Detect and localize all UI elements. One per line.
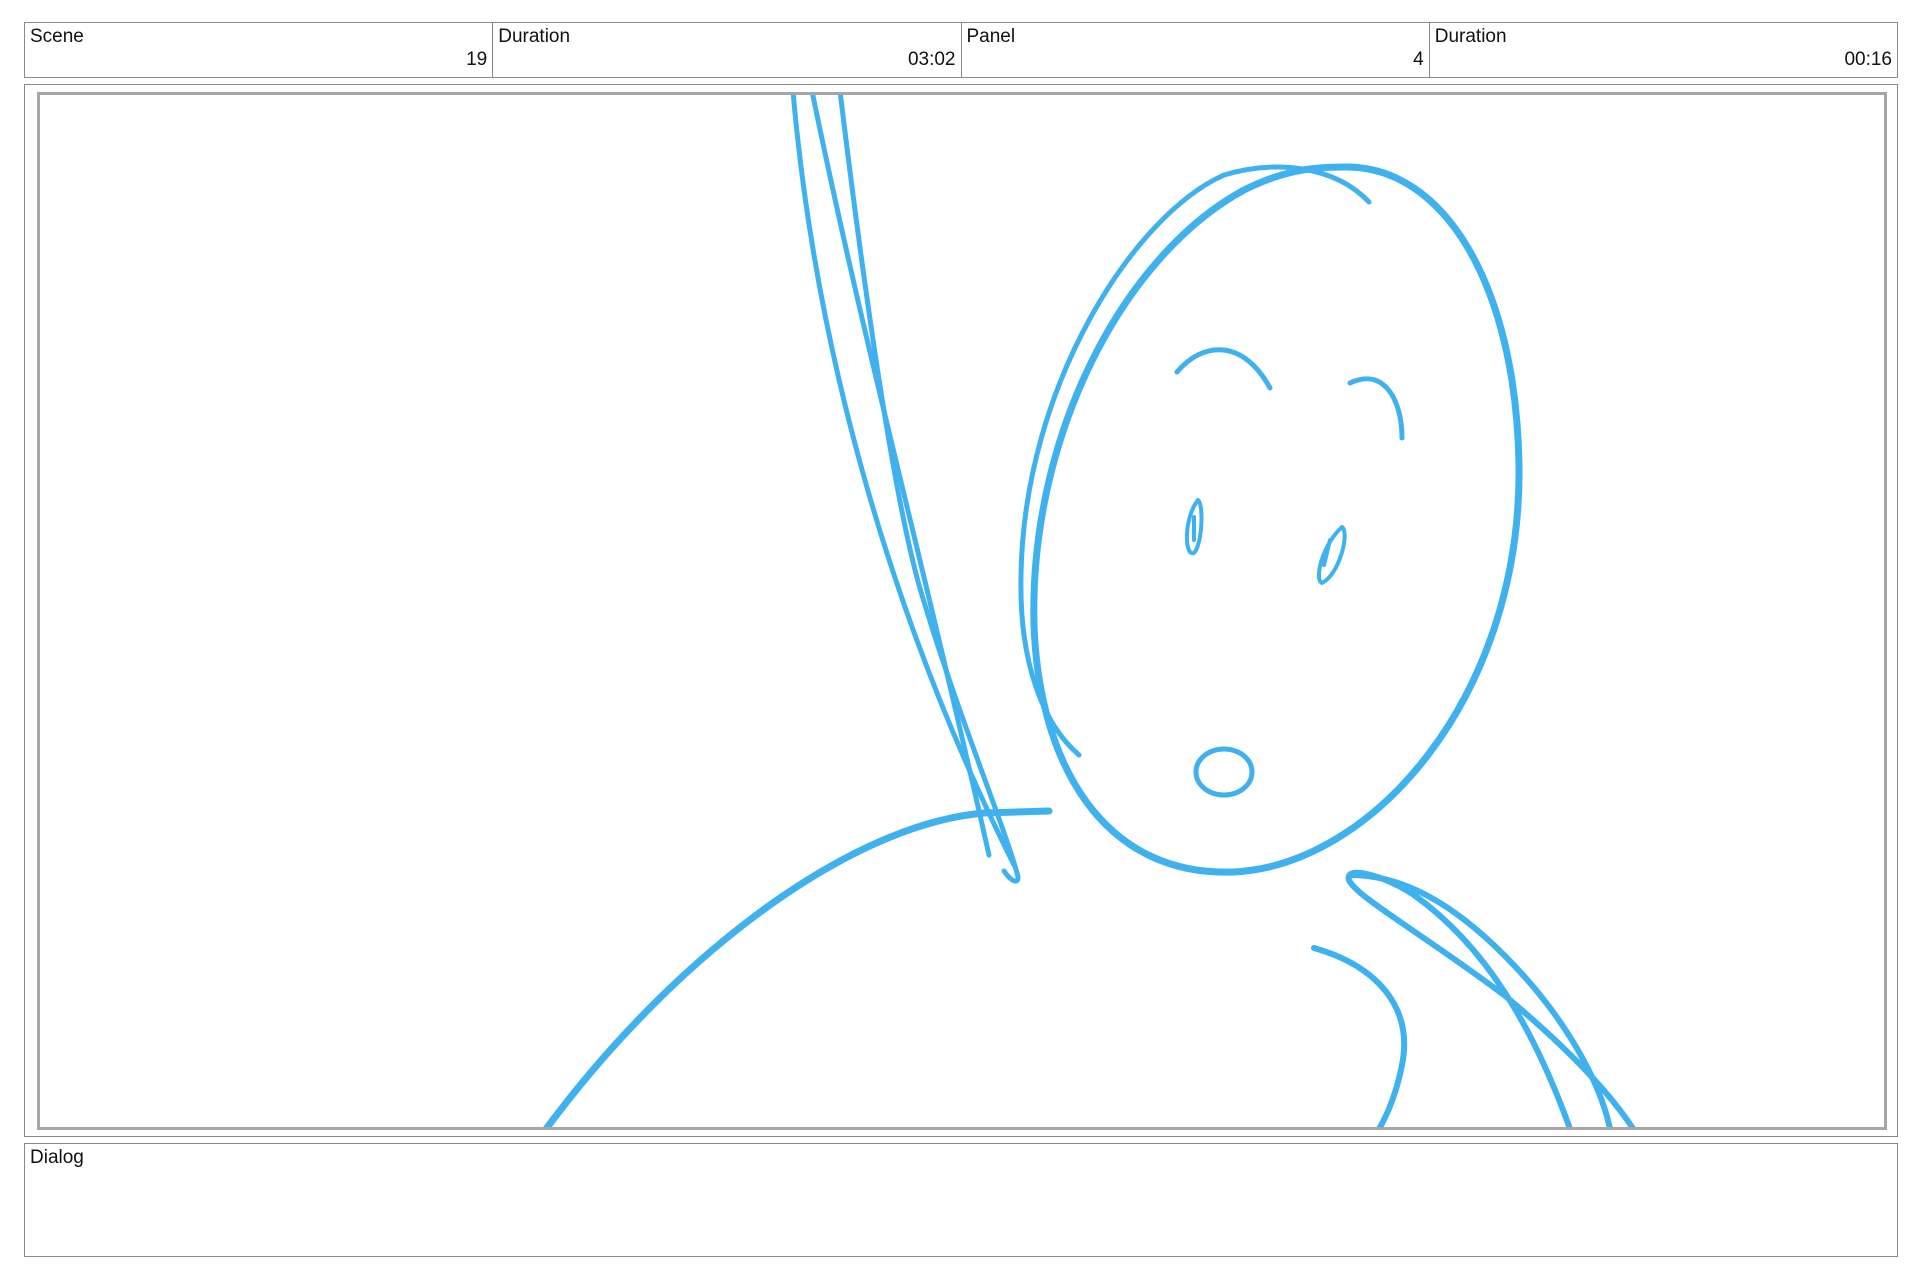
strap-line-left <box>790 95 1017 868</box>
scene-duration-label: Duration <box>498 26 571 47</box>
panel-canvas[interactable] <box>37 92 1887 1130</box>
head-outline <box>1030 163 1523 876</box>
head-overdraw-stroke <box>1018 164 1372 758</box>
scene-cell: Scene 19 <box>25 23 494 77</box>
sketch-drawing <box>543 95 1636 1127</box>
panel-number: 4 <box>1413 49 1424 70</box>
storyboard-header: Scene 19 Duration 03:02 Panel 4 Duration… <box>24 22 1898 78</box>
body-outline-left <box>543 807 1053 1127</box>
scene-number: 19 <box>466 49 488 70</box>
body-outline-right <box>1311 945 1408 1127</box>
left-eyebrow <box>1174 347 1273 391</box>
panel-duration-value: 00:16 <box>1844 49 1892 70</box>
panel-duration-cell: Duration 00:16 <box>1430 23 1897 77</box>
dialog-box[interactable]: Dialog <box>24 1143 1898 1257</box>
mouth <box>1193 746 1255 798</box>
scene-duration-cell: Duration 03:02 <box>493 23 962 77</box>
left-eye <box>1184 498 1204 556</box>
right-eyebrow <box>1347 376 1405 441</box>
panel-duration-label: Duration <box>1434 26 1507 47</box>
panel-cell: Panel 4 <box>962 23 1430 77</box>
right-eye <box>1316 525 1347 585</box>
strap-line-middle <box>810 95 992 858</box>
scene-duration-value: 03:02 <box>907 49 956 70</box>
panel-label: Panel <box>966 26 1016 47</box>
storyboard-panel-frame <box>24 84 1898 1137</box>
scene-label: Scene <box>30 26 84 47</box>
dialog-label: Dialog <box>30 1147 84 1168</box>
